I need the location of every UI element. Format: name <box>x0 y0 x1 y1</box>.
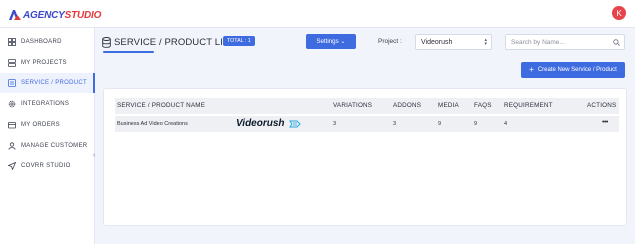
create-new-service-button[interactable]: + Create New Service / Product <box>521 62 625 78</box>
select-arrows-icon: ▴ ▾ <box>484 37 487 47</box>
column-header-faqs: FAQS <box>474 102 492 109</box>
gear-icon <box>8 100 16 108</box>
column-header-actions: ACTIONS <box>587 102 617 109</box>
brand-logo-videorush: Videorush <box>236 118 285 129</box>
sidebar-item-my-projects[interactable]: MY PROJECTS <box>0 53 95 73</box>
sidebar-item-dashboard[interactable]: DASHBOARD <box>0 32 95 52</box>
sidebar-item-label: INTEGRATIONS <box>21 101 70 107</box>
table-row[interactable]: Business Ad Video Creations Videorush 3 … <box>115 116 619 132</box>
sidebar: DASHBOARD MY PROJECTS SERVICE / PRODUCT … <box>0 28 95 244</box>
user-avatar[interactable]: K <box>612 6 626 20</box>
project-label: Project : <box>378 38 402 45</box>
user-icon <box>8 142 16 150</box>
logo-text: AGENCYSTUDIO <box>23 10 101 21</box>
cell-requirement: 4 <box>504 121 508 127</box>
column-header-media: MEDIA <box>438 102 459 109</box>
send-icon <box>8 162 16 170</box>
column-header-addons: ADDONS <box>393 102 422 109</box>
project-select-value: Videorush <box>421 38 453 46</box>
more-actions-icon[interactable]: ••• <box>602 119 608 126</box>
cell-variations: 3 <box>333 121 337 127</box>
orders-icon <box>8 122 16 129</box>
plus-icon: + <box>529 65 534 74</box>
service-table-card: SERVICE / PRODUCT NAME VARIATIONS ADDONS… <box>103 88 627 226</box>
search-input[interactable] <box>511 37 611 48</box>
sidebar-item-service-product[interactable]: SERVICE / PRODUCT <box>0 73 95 93</box>
settings-button-label: Settings ⌄ <box>316 38 346 45</box>
sidebar-item-label: MANAGE CUSTOMER <box>21 143 88 149</box>
sidebar-item-my-orders[interactable]: MY ORDERS <box>0 115 95 135</box>
create-button-label: Create New Service / Product <box>537 67 617 73</box>
sidebar-item-manage-customer[interactable]: MANAGE CUSTOMER <box>0 136 95 156</box>
title-underline <box>103 51 154 53</box>
column-header-requirement: REQUIREMENT <box>504 102 553 109</box>
cell-service-name[interactable]: Business Ad Video Creations <box>117 121 188 127</box>
settings-button[interactable]: Settings ⌄ <box>306 34 356 49</box>
logo-mark-icon <box>9 10 21 20</box>
column-header-variations: VARIATIONS <box>333 102 373 109</box>
logo-text-agency: AGENCY <box>23 9 65 21</box>
database-icon <box>102 37 111 48</box>
sidebar-item-covrr-studio[interactable]: COVRR STUDIO <box>0 156 95 176</box>
top-bar: AGENCYSTUDIO K <box>0 0 635 28</box>
projects-icon <box>8 59 16 67</box>
collapse-sidebar-icon[interactable]: ‹ <box>93 152 95 159</box>
page-title: SERVICE / PRODUCT LIST <box>114 37 236 48</box>
brand-arrow-icon <box>289 120 301 128</box>
sidebar-item-integrations[interactable]: INTEGRATIONS <box>0 94 95 114</box>
logo-text-studio: STUDIO <box>64 9 102 21</box>
search-box <box>505 34 625 50</box>
table-header: SERVICE / PRODUCT NAME VARIATIONS ADDONS… <box>115 98 619 114</box>
cell-addons: 3 <box>393 121 397 127</box>
search-icon[interactable] <box>613 39 620 46</box>
grid-icon <box>8 38 16 46</box>
app-logo[interactable]: AGENCYSTUDIO <box>8 8 101 22</box>
sidebar-item-label: SERVICE / PRODUCT <box>21 80 87 86</box>
project-select[interactable]: Videorush ▴ ▾ <box>415 34 492 50</box>
sidebar-item-label: MY ORDERS <box>21 122 60 128</box>
sidebar-item-label: DASHBOARD <box>21 39 62 45</box>
cell-media: 9 <box>438 121 442 127</box>
sidebar-item-label: MY PROJECTS <box>21 60 67 66</box>
column-header-name: SERVICE / PRODUCT NAME <box>117 102 206 109</box>
cell-faqs: 9 <box>474 121 478 127</box>
sidebar-item-label: COVRR STUDIO <box>21 163 71 169</box>
service-icon <box>8 79 16 87</box>
total-count-badge: TOTAL : 1 <box>223 36 255 46</box>
